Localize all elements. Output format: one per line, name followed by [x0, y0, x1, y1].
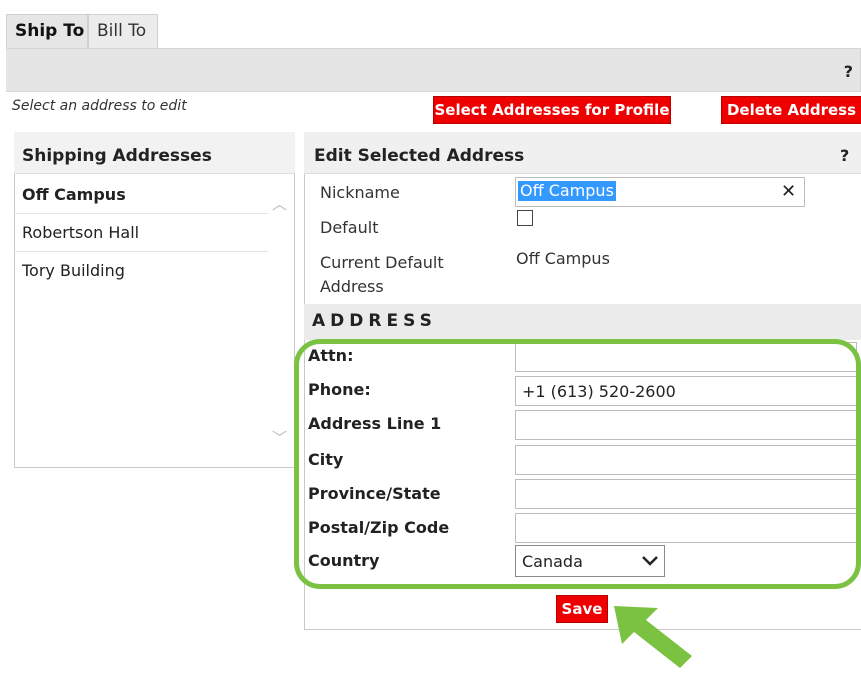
select-addresses-for-profile-button[interactable]: Select Addresses for Profile [433, 96, 671, 124]
shipping-addresses-title: Shipping Addresses [22, 146, 212, 166]
nickname-label: Nickname [320, 183, 400, 202]
current-default-label-line2: Address [320, 277, 384, 296]
attn-label: Attn: [308, 346, 354, 365]
postal-zip-label: Postal/Zip Code [308, 518, 450, 537]
tab-ship-to[interactable]: Ship To [6, 14, 88, 48]
current-default-label: Current Default [320, 253, 444, 272]
default-label: Default [320, 218, 379, 237]
help-icon[interactable]: ? [844, 62, 853, 81]
address-heading: ADDRESS [312, 311, 437, 331]
tab-bill-to[interactable]: Bill To [88, 14, 158, 48]
tab-toolbar [6, 48, 861, 92]
phone-label: Phone: [308, 380, 371, 399]
city-field[interactable] [515, 445, 857, 475]
chevron-down-icon [642, 556, 658, 566]
edit-address-title: Edit Selected Address [314, 146, 525, 166]
country-label: Country [308, 551, 380, 570]
city-label: City [308, 450, 344, 469]
edit-hint: Select an address to edit [12, 98, 187, 114]
default-checkbox[interactable] [517, 210, 533, 226]
address-item-robertson-hall[interactable]: Robertson Hall [14, 214, 268, 252]
save-button[interactable]: Save [556, 595, 608, 623]
address-item-tory-building[interactable]: Tory Building [14, 252, 268, 290]
address-item-off-campus[interactable]: Off Campus [14, 176, 268, 214]
province-state-label: Province/State [308, 484, 441, 503]
address-line-1-label: Address Line 1 [308, 414, 442, 433]
edit-help-icon[interactable]: ? [840, 146, 849, 165]
phone-field[interactable]: +1 (613) 520-2600 [515, 376, 857, 406]
address-line-1-field[interactable] [515, 410, 857, 440]
scroll-up-icon[interactable]: ︿ [272, 193, 287, 214]
current-default-value: Off Campus [516, 249, 610, 268]
scroll-down-icon[interactable]: ﹀ [272, 427, 287, 448]
nickname-value: Off Campus [518, 181, 616, 201]
delete-address-button[interactable]: Delete Address [721, 96, 861, 124]
attn-field[interactable] [515, 342, 857, 372]
clear-icon[interactable]: ✕ [781, 181, 796, 202]
postal-zip-field[interactable] [515, 513, 857, 543]
province-state-field[interactable] [515, 479, 857, 509]
arrow-annotation-icon [614, 606, 692, 668]
